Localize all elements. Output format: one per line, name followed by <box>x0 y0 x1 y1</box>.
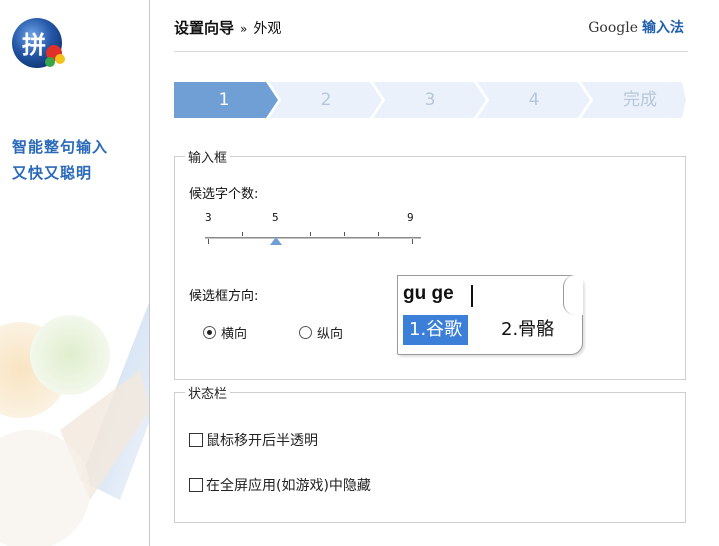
candidate-preview: gu ge 1.谷歌 2.骨骼 <box>397 275 587 359</box>
status-bar-legend: 状态栏 <box>185 383 231 402</box>
preview-caret <box>471 285 473 307</box>
page-title: 设置向导 » 外观 <box>174 17 281 38</box>
checkbox-semi-transparent-box[interactable] <box>189 433 203 447</box>
main-panel: 设置向导 » 外观 Google 输入法 1 2 3 4 完成 输入框 候选字个数: … <box>150 0 719 546</box>
checkbox-hide-fullscreen-box[interactable] <box>189 478 203 492</box>
preview-candidate-2: 2.骨骼 <box>501 319 555 340</box>
candidate-preview-notch <box>563 275 583 315</box>
input-box-legend: 输入框 <box>185 147 231 166</box>
slider-tick <box>344 232 345 236</box>
step-4: 4 <box>528 90 540 110</box>
radio-horizontal-indicator[interactable] <box>203 326 216 339</box>
candidate-count-label: 候选字个数: <box>189 187 259 202</box>
radio-vertical-indicator[interactable] <box>299 326 312 339</box>
slider-tick <box>242 232 243 236</box>
slider-tick <box>412 239 413 244</box>
brand: Google 输入法 <box>588 17 684 37</box>
slider-tick <box>378 232 379 236</box>
checkbox-hide-fullscreen[interactable]: 在全屏应用(如游戏)中隐藏 <box>189 475 371 495</box>
slogan-line-2: 又快又聪明 <box>12 164 93 182</box>
radio-horizontal-label: 横向 <box>221 327 248 342</box>
sidebar: 拼 智能整句输入 又快又聪明 <box>0 0 150 546</box>
slider-track[interactable] <box>205 237 421 239</box>
candidate-count-slider[interactable]: 3 5 9 <box>205 211 425 251</box>
slogan: 智能整句输入 又快又聪明 <box>12 134 108 186</box>
wizard-steps: 1 2 3 4 完成 <box>174 82 686 118</box>
checkbox-semi-transparent[interactable]: 鼠标移开后半透明 <box>189 430 318 450</box>
slider-tick <box>310 232 311 236</box>
preview-candidate-1: 1.谷歌 <box>403 315 469 345</box>
status-bar-group: 状态栏 鼠标移开后半透明 在全屏应用(如游戏)中隐藏 <box>174 383 686 523</box>
slider-min-label: 3 <box>205 211 212 224</box>
wizard-title: 设置向导 <box>174 19 235 37</box>
step-2: 2 <box>320 90 332 110</box>
slider-thumb[interactable] <box>270 237 282 245</box>
slider-tick <box>208 239 209 244</box>
radio-vertical[interactable]: 纵向 <box>299 323 343 342</box>
step-finish: 完成 <box>623 90 657 110</box>
preview-pinyin: gu ge <box>403 283 454 304</box>
step-1: 1 <box>218 90 230 110</box>
google-pinyin-logo-icon: 拼 <box>12 18 65 68</box>
radio-vertical-label: 纵向 <box>317 327 344 342</box>
slider-max-label: 9 <box>407 211 414 224</box>
checkbox-hide-fullscreen-label: 在全屏应用(如游戏)中隐藏 <box>206 478 371 494</box>
radio-horizontal[interactable]: 横向 <box>203 323 247 342</box>
decorative-background-art <box>0 302 149 546</box>
brand-ime: 输入法 <box>642 20 684 36</box>
checkbox-semi-transparent-label: 鼠标移开后半透明 <box>206 433 318 449</box>
input-box-group: 输入框 候选字个数: 3 5 9 候选框方向: 横向 纵向 gu ge 1.谷歌… <box>174 147 686 380</box>
breadcrumb-separator: » <box>240 22 248 36</box>
wizard-subtitle: 外观 <box>253 21 282 37</box>
brand-google: Google <box>588 20 638 36</box>
slider-mid-label: 5 <box>272 211 279 224</box>
header: 设置向导 » 外观 Google 输入法 <box>174 12 688 52</box>
direction-label: 候选框方向: <box>189 289 259 304</box>
step-3: 3 <box>424 90 436 110</box>
slogan-line-1: 智能整句输入 <box>12 138 109 156</box>
svg-text:拼: 拼 <box>22 30 46 59</box>
